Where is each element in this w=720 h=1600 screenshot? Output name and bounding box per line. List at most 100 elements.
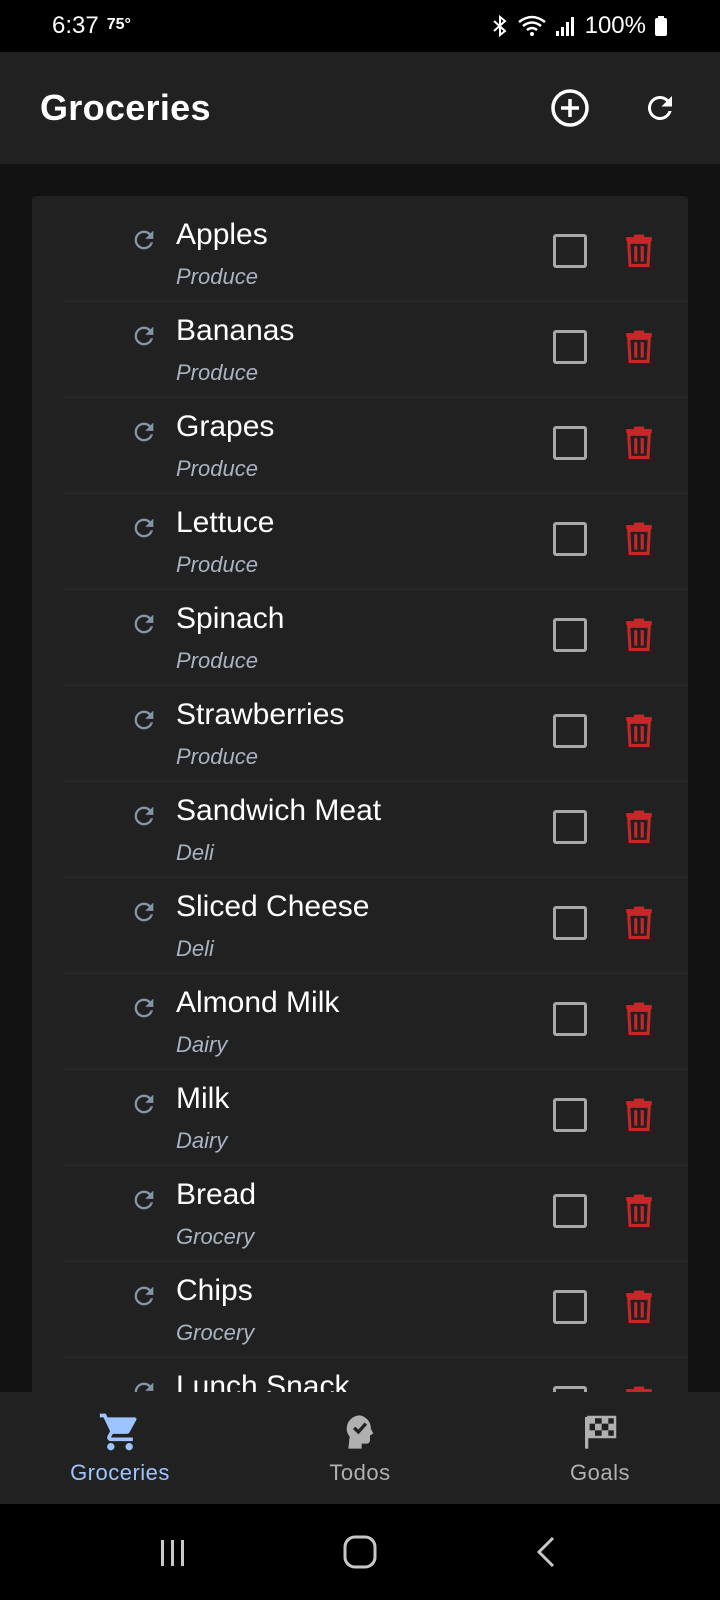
- grocery-list: Apples Produce Bananas Produce Grapes Produce…: [32, 196, 688, 1396]
- system-nav: [0, 1504, 720, 1600]
- trash-icon[interactable]: [623, 808, 655, 844]
- list-item[interactable]: Apples Produce: [64, 206, 688, 302]
- status-temperature: 75°: [106, 16, 131, 33]
- trash-icon[interactable]: [623, 616, 655, 652]
- item-category: Grocery: [176, 1320, 255, 1345]
- repeat-icon[interactable]: [130, 706, 158, 734]
- repeat-icon[interactable]: [130, 226, 158, 254]
- cart-icon: [98, 1410, 142, 1454]
- item-name: Sandwich Meat: [176, 794, 382, 827]
- item-name: Chips: [176, 1274, 253, 1307]
- list-item[interactable]: Milk Dairy: [64, 1070, 688, 1166]
- trash-icon[interactable]: [623, 1096, 655, 1132]
- repeat-icon[interactable]: [130, 418, 158, 446]
- item-name: Milk: [176, 1082, 230, 1115]
- bottom-nav: Groceries Todos Goals: [0, 1392, 720, 1504]
- status-left: 6:37 75°: [52, 12, 131, 40]
- recents-button[interactable]: [143, 1522, 203, 1582]
- repeat-icon[interactable]: [130, 1186, 158, 1214]
- trash-icon[interactable]: [623, 232, 655, 268]
- item-name: Lettuce: [176, 506, 275, 539]
- wifi-icon: [517, 15, 546, 36]
- add-circle-icon: [551, 89, 589, 127]
- item-name: Sliced Cheese: [176, 890, 370, 923]
- item-checkbox[interactable]: [553, 234, 587, 268]
- list-item[interactable]: Grapes Produce: [64, 398, 688, 494]
- repeat-icon[interactable]: [130, 802, 158, 830]
- list-item[interactable]: Bananas Produce: [64, 302, 688, 398]
- list-item[interactable]: Strawberries Produce: [64, 686, 688, 782]
- item-category: Produce: [176, 744, 258, 769]
- item-name: Almond Milk: [176, 986, 340, 1019]
- repeat-icon[interactable]: [130, 322, 158, 350]
- item-checkbox[interactable]: [553, 522, 587, 556]
- nav-label-groceries: Groceries: [70, 1460, 170, 1485]
- list-item[interactable]: Chips Grocery: [64, 1262, 688, 1358]
- add-item-button[interactable]: [548, 86, 592, 130]
- item-checkbox[interactable]: [553, 810, 587, 844]
- item-checkbox[interactable]: [553, 618, 587, 652]
- item-category: Dairy: [176, 1128, 228, 1153]
- trash-icon[interactable]: [623, 1000, 655, 1036]
- back-button[interactable]: [517, 1522, 577, 1582]
- app-bar: Groceries: [0, 52, 720, 164]
- list-item[interactable]: Almond Milk Dairy: [64, 974, 688, 1070]
- bluetooth-icon: [492, 14, 507, 38]
- trash-icon[interactable]: [623, 904, 655, 940]
- repeat-icon[interactable]: [130, 1090, 158, 1118]
- back-icon: [536, 1536, 554, 1568]
- repeat-icon[interactable]: [130, 1282, 158, 1310]
- repeat-icon[interactable]: [130, 994, 158, 1022]
- battery-percent: 100%: [584, 12, 646, 39]
- item-category: Produce: [176, 456, 258, 481]
- item-category: Deli: [176, 936, 214, 961]
- item-name: Strawberries: [176, 698, 345, 731]
- recents-icon: [161, 1540, 185, 1566]
- nav-goals[interactable]: Goals: [480, 1392, 720, 1504]
- item-category: Dairy: [176, 1032, 228, 1057]
- list-item[interactable]: Sliced Cheese Deli: [64, 878, 688, 974]
- item-category: Produce: [176, 360, 258, 385]
- item-category: Produce: [176, 552, 258, 577]
- item-checkbox[interactable]: [553, 1290, 587, 1324]
- checkered-flag-icon: [578, 1410, 622, 1454]
- item-checkbox[interactable]: [553, 330, 587, 364]
- item-name: Bread: [176, 1178, 257, 1211]
- repeat-icon[interactable]: [130, 610, 158, 638]
- item-category: Deli: [176, 840, 214, 865]
- head-check-icon: [338, 1410, 382, 1454]
- item-category: Produce: [176, 648, 258, 673]
- nav-label-goals: Goals: [570, 1460, 630, 1485]
- trash-icon[interactable]: [623, 328, 655, 364]
- nav-groceries[interactable]: Groceries: [0, 1392, 240, 1504]
- refresh-button[interactable]: [638, 86, 682, 130]
- item-name: Spinach: [176, 602, 285, 635]
- list-item[interactable]: Lettuce Produce: [64, 494, 688, 590]
- list-item[interactable]: Bread Grocery: [64, 1166, 688, 1262]
- app-actions: [548, 86, 682, 130]
- item-checkbox[interactable]: [553, 1002, 587, 1036]
- status-time: 6:37: [52, 12, 99, 39]
- item-name: Grapes: [176, 410, 275, 443]
- item-category: Grocery: [176, 1224, 255, 1249]
- status-bar: 6:37 75° 100%: [0, 0, 720, 52]
- nav-todos[interactable]: Todos: [240, 1392, 480, 1504]
- list-item[interactable]: Lunch Snack: [64, 1358, 688, 1396]
- trash-icon[interactable]: [623, 1192, 655, 1228]
- trash-icon[interactable]: [623, 1288, 655, 1324]
- item-name: Bananas: [176, 314, 295, 347]
- repeat-icon[interactable]: [130, 898, 158, 926]
- item-checkbox[interactable]: [553, 1194, 587, 1228]
- status-right: 100%: [491, 12, 668, 40]
- trash-icon[interactable]: [623, 712, 655, 748]
- trash-icon[interactable]: [623, 424, 655, 460]
- repeat-icon[interactable]: [130, 514, 158, 542]
- list-item[interactable]: Sandwich Meat Deli: [64, 782, 688, 878]
- item-checkbox[interactable]: [553, 714, 587, 748]
- item-checkbox[interactable]: [553, 906, 587, 940]
- trash-icon[interactable]: [623, 520, 655, 556]
- list-item[interactable]: Spinach Produce: [64, 590, 688, 686]
- home-button[interactable]: [330, 1522, 390, 1582]
- item-checkbox[interactable]: [553, 1098, 587, 1132]
- item-checkbox[interactable]: [553, 426, 587, 460]
